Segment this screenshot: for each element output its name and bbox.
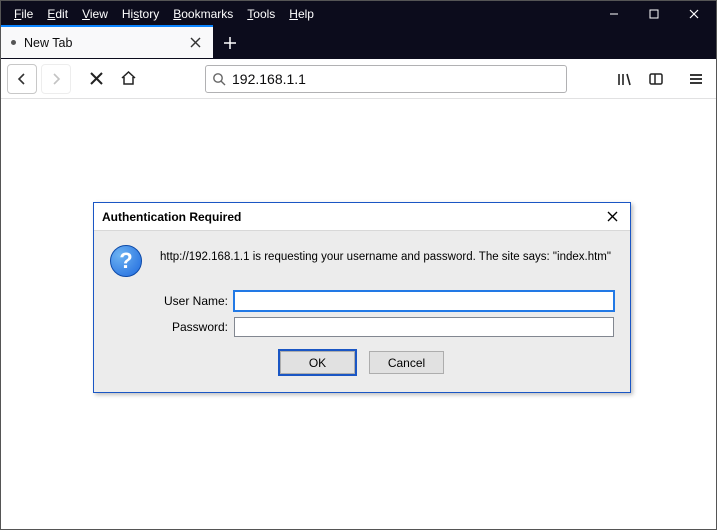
arrow-left-icon <box>14 71 30 87</box>
minimize-icon <box>609 9 619 19</box>
dialog-close-button[interactable] <box>603 209 622 224</box>
menu-file[interactable]: File <box>7 4 40 24</box>
tab-active[interactable]: New Tab <box>1 25 213 58</box>
close-icon <box>689 9 699 19</box>
password-input[interactable] <box>234 317 614 337</box>
username-label: User Name: <box>110 294 234 308</box>
window-close-button[interactable] <box>674 3 714 25</box>
dialog-body: ? http://192.168.1.1 is requesting your … <box>94 231 630 392</box>
sidebar-button[interactable] <box>642 65 670 93</box>
url-input[interactable] <box>232 71 560 87</box>
tab-close-button[interactable] <box>188 35 203 50</box>
close-icon <box>190 37 201 48</box>
close-icon <box>607 211 618 222</box>
dialog-title: Authentication Required <box>102 210 603 224</box>
menu-view[interactable]: View <box>75 4 115 24</box>
tab-loading-dot <box>11 40 16 45</box>
dialog-message: http://192.168.1.1 is requesting your us… <box>160 245 611 277</box>
menu-button[interactable] <box>682 65 710 93</box>
hamburger-icon <box>688 71 704 87</box>
library-button[interactable] <box>610 65 638 93</box>
home-button[interactable] <box>113 64 143 94</box>
cancel-button[interactable]: Cancel <box>369 351 444 374</box>
auth-dialog: Authentication Required ? http://192.168… <box>93 202 631 393</box>
back-button[interactable] <box>7 64 37 94</box>
new-tab-button[interactable] <box>215 28 245 58</box>
question-icon: ? <box>110 245 142 277</box>
sidebar-icon <box>648 71 664 87</box>
plus-icon <box>223 36 237 50</box>
library-icon <box>616 71 632 87</box>
maximize-icon <box>649 9 659 19</box>
nav-toolbar <box>1 59 716 99</box>
minimize-button[interactable] <box>594 3 634 25</box>
window-controls <box>594 3 714 25</box>
menu-edit[interactable]: Edit <box>40 4 75 24</box>
stop-button[interactable] <box>81 64 111 94</box>
maximize-button[interactable] <box>634 3 674 25</box>
tab-bar: New Tab <box>1 26 716 59</box>
menu-bookmarks[interactable]: Bookmarks <box>166 4 240 24</box>
tab-title: New Tab <box>24 36 188 50</box>
ok-button[interactable]: OK <box>280 351 355 374</box>
dialog-titlebar: Authentication Required <box>94 203 630 231</box>
menu-help[interactable]: Help <box>282 4 321 24</box>
close-icon <box>89 71 104 86</box>
search-icon <box>212 72 226 86</box>
toolbar-right <box>610 65 710 93</box>
forward-button[interactable] <box>41 64 71 94</box>
arrow-right-icon <box>48 71 64 87</box>
username-input[interactable] <box>234 291 614 311</box>
menu-tools[interactable]: Tools <box>240 4 282 24</box>
url-bar[interactable] <box>205 65 567 93</box>
menu-history[interactable]: History <box>115 4 166 24</box>
password-label: Password: <box>110 320 234 334</box>
home-icon <box>120 70 137 87</box>
